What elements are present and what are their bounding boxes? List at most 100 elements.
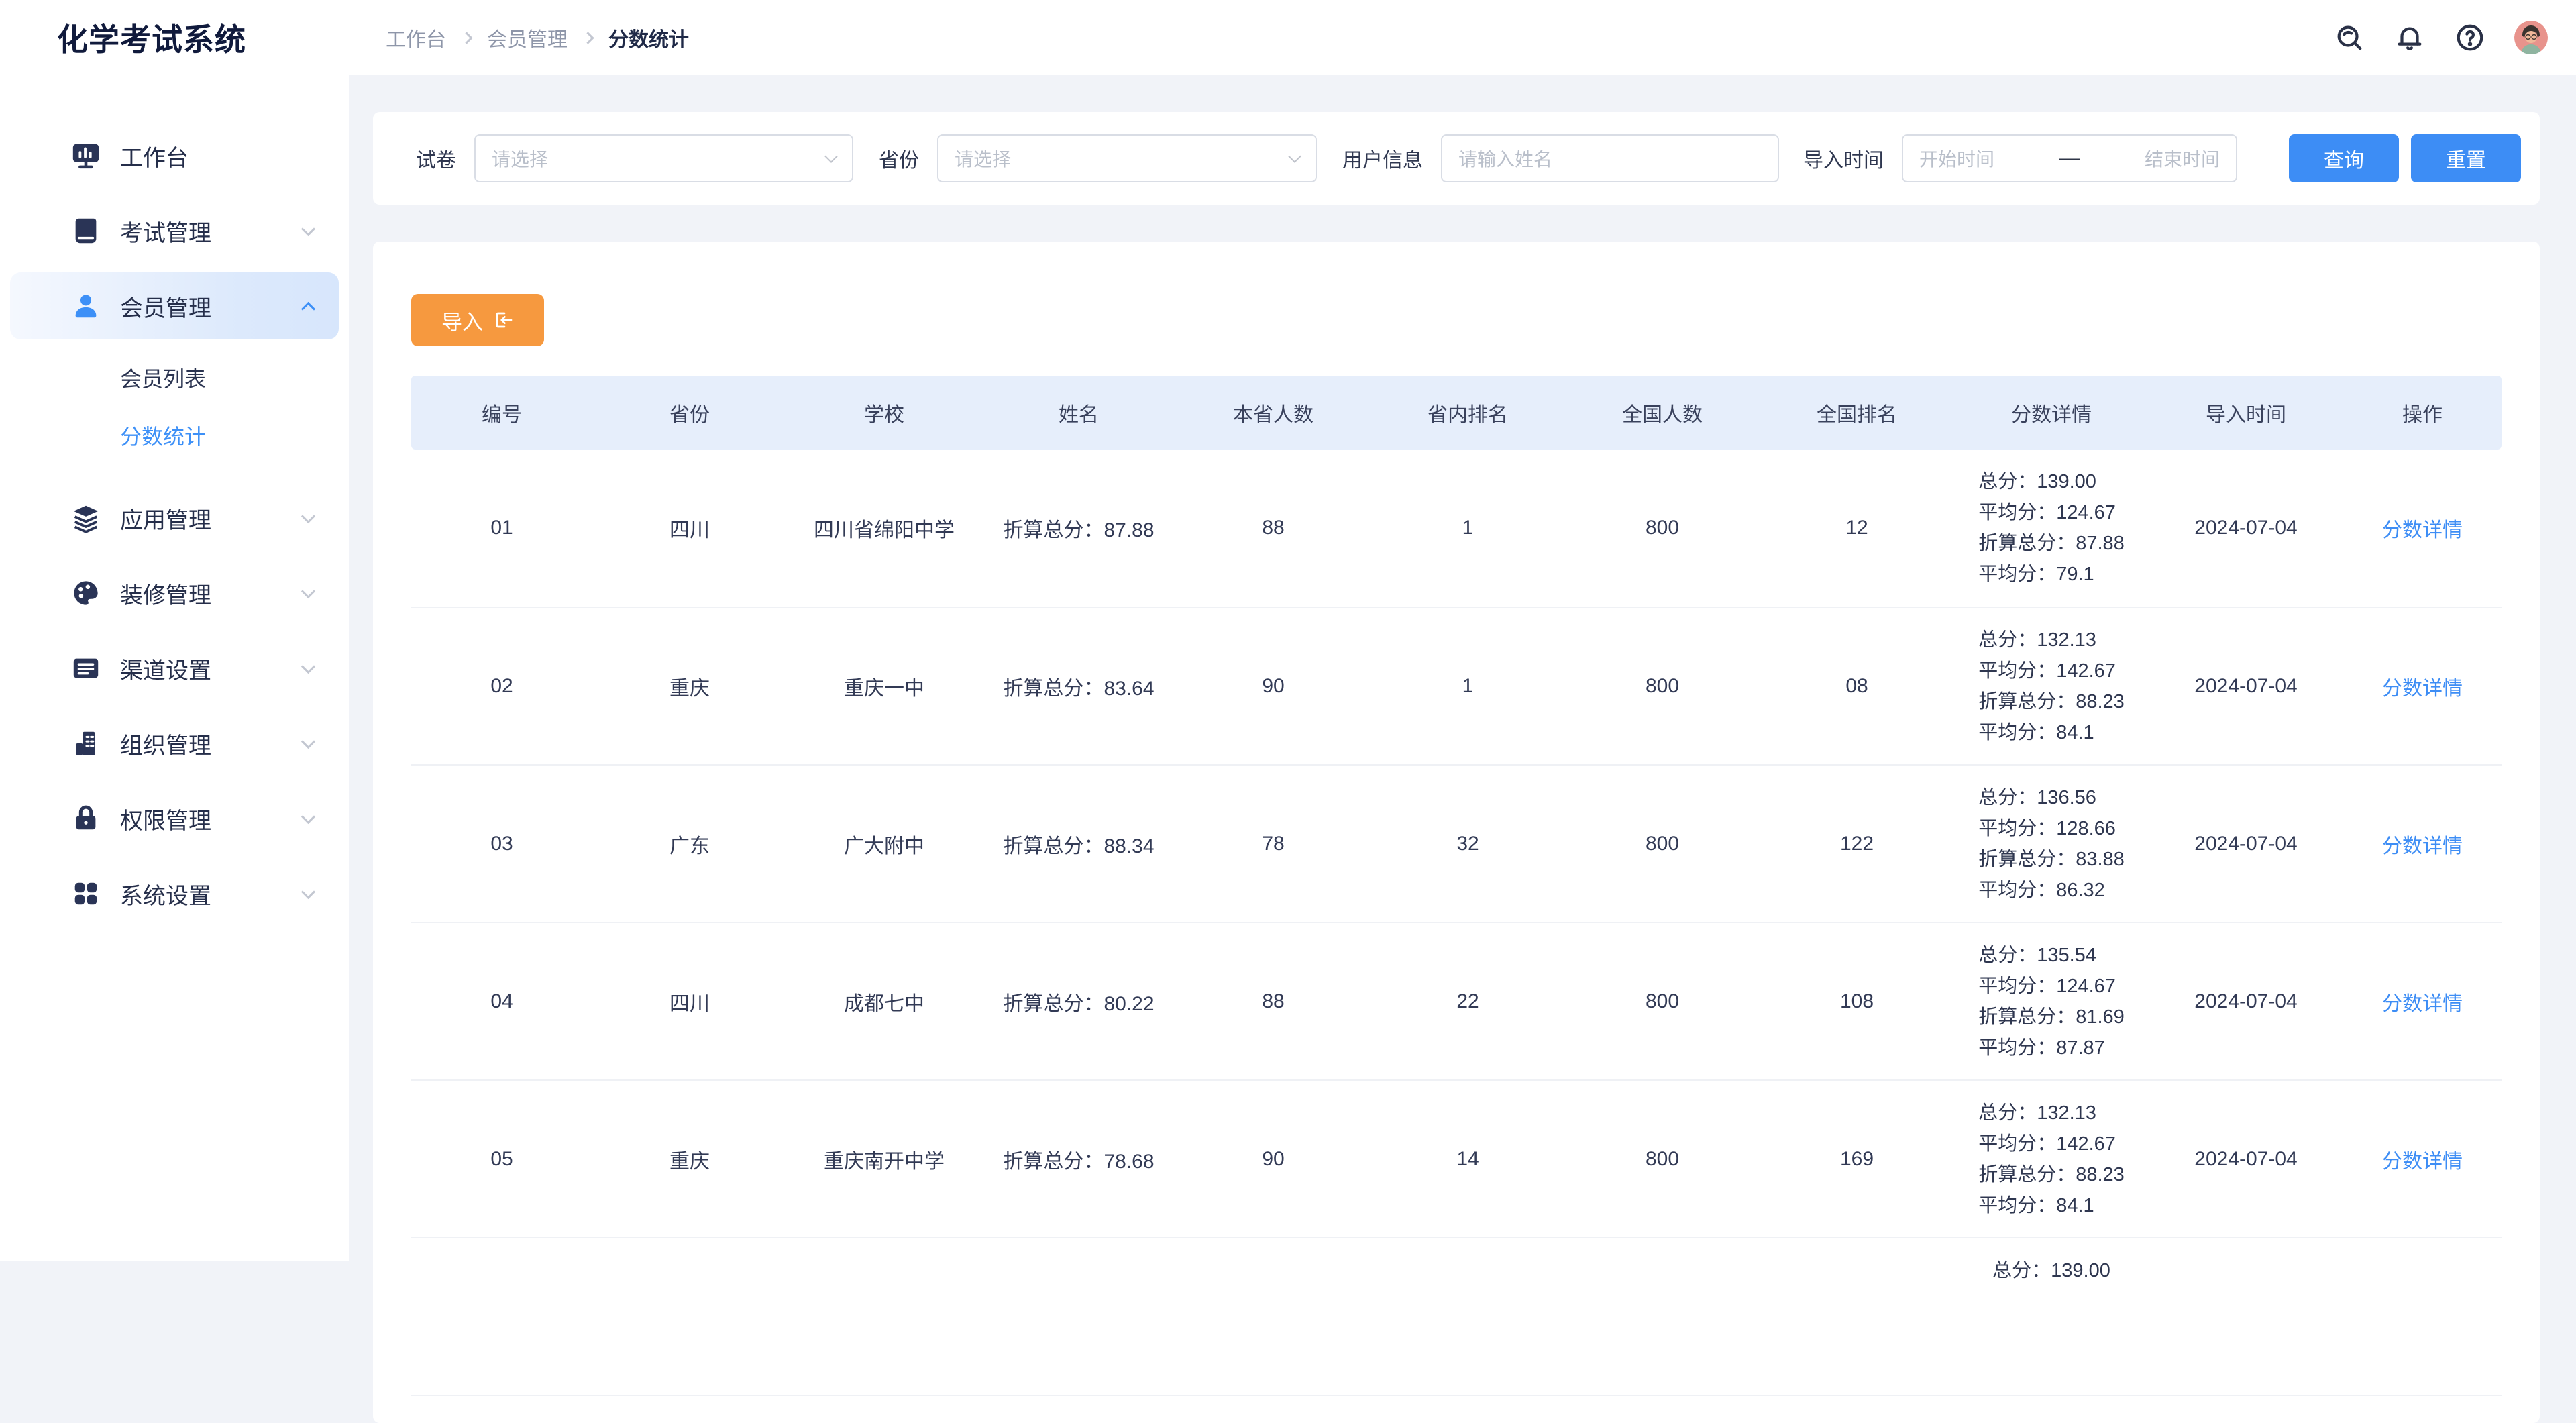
- cell-national-count: 800: [1565, 923, 1760, 1080]
- sidebar-item-exam-management[interactable]: 考试管理: [10, 197, 339, 264]
- col-national-rank: 全国排名: [1760, 376, 1954, 450]
- col-province: 省份: [592, 376, 787, 450]
- date-range-input[interactable]: 开始时间 — 结束时间: [1902, 134, 2237, 182]
- search-icon[interactable]: [2333, 21, 2365, 54]
- cell-province-rank: 1: [1371, 450, 1565, 607]
- sidebar-item-member-list[interactable]: 会员列表: [10, 349, 339, 407]
- cell-id: 05: [411, 1080, 592, 1238]
- score-detail-link[interactable]: 分数详情: [2382, 1151, 2463, 1173]
- help-icon[interactable]: [2454, 21, 2486, 54]
- cell-score-detail: 总分：139.00: [1954, 1238, 2149, 1395]
- cell-name: [981, 1238, 1176, 1395]
- col-id: 编号: [411, 376, 592, 450]
- breadcrumb-item-members[interactable]: 会员管理: [487, 23, 568, 52]
- sidebar-item-permission-management[interactable]: 权限管理: [10, 785, 339, 852]
- table-header: 编号 省份 学校 姓名 本省人数 省内排名 全国人数 全国排名 分数详情 导入时…: [411, 376, 2502, 450]
- score-detail-lines: 总分：139.00平均分：124.67折算总分：87.88平均分：79.1: [1978, 466, 2125, 590]
- bell-icon[interactable]: [2394, 21, 2426, 54]
- col-school: 学校: [787, 376, 981, 450]
- score-table: 编号 省份 学校 姓名 本省人数 省内排名 全国人数 全国排名 分数详情 导入时…: [411, 376, 2502, 1396]
- province-select[interactable]: 请选择: [937, 134, 1317, 182]
- col-actions: 操作: [2343, 376, 2502, 450]
- cell-import-time: 2024-07-04: [2149, 923, 2343, 1080]
- building-icon: [70, 728, 101, 759]
- import-button-label: 导入: [441, 305, 483, 335]
- score-detail-link[interactable]: 分数详情: [2382, 678, 2463, 700]
- import-time-filter-label: 导入时间: [1803, 144, 1884, 173]
- query-button[interactable]: 查询: [2289, 134, 2399, 182]
- cell-national-rank: 108: [1760, 923, 1954, 1080]
- dashboard-icon: [70, 140, 101, 171]
- app-title: 化学考试系统: [57, 0, 246, 75]
- sidebar-item-organization-management[interactable]: 组织管理: [10, 710, 339, 777]
- start-time-placeholder: 开始时间: [1919, 145, 1994, 172]
- sidebar-item-score-statistics[interactable]: 分数统计: [10, 407, 339, 464]
- chevron-right-icon: [460, 32, 472, 44]
- score-detail-link[interactable]: 分数详情: [2382, 835, 2463, 857]
- sidebar-subitem-label: 会员列表: [120, 362, 206, 393]
- breadcrumb: 工作台 会员管理 分数统计: [386, 0, 689, 75]
- cell-national-rank: [1760, 1238, 1954, 1395]
- cell-import-time: 2024-07-04: [2149, 1080, 2343, 1238]
- chevron-down-icon: [301, 221, 315, 235]
- avatar[interactable]: [2514, 21, 2548, 54]
- date-range-separator: —: [2059, 147, 2080, 170]
- sidebar-item-label: 系统设置: [120, 878, 211, 910]
- score-detail-lines: 总分：132.13平均分：142.67折算总分：88.23平均分：84.1: [1978, 625, 2125, 748]
- sidebar-item-workbench[interactable]: 工作台: [10, 122, 339, 189]
- chevron-down-icon: [301, 584, 315, 598]
- table-row: 总分：139.00: [411, 1238, 2502, 1395]
- cell-school: [787, 1238, 981, 1395]
- sidebar-item-label: 装修管理: [120, 577, 211, 610]
- score-detail-link[interactable]: 分数详情: [2382, 519, 2463, 541]
- import-icon: [492, 309, 514, 331]
- score-detail-link[interactable]: 分数详情: [2382, 993, 2463, 1015]
- grid-icon: [70, 878, 101, 909]
- sidebar-item-label: 渠道设置: [120, 652, 211, 685]
- cell-province: 重庆: [592, 607, 787, 765]
- cell-province-rank: 22: [1371, 923, 1565, 1080]
- sidebar-item-decoration-management[interactable]: 装修管理: [10, 560, 339, 627]
- col-score-detail: 分数详情: [1954, 376, 2149, 450]
- user-name-input[interactable]: 请输入姓名: [1441, 134, 1779, 182]
- cell-import-time: 2024-07-04: [2149, 765, 2343, 923]
- cell-score-detail: 总分：136.56平均分：128.66折算总分：83.88平均分：86.32: [1954, 765, 2149, 923]
- import-button[interactable]: 导入: [411, 294, 544, 346]
- sidebar-item-system-settings[interactable]: 系统设置: [10, 860, 339, 927]
- cell-province-count: 78: [1176, 765, 1371, 923]
- cell-id: [411, 1238, 592, 1395]
- score-detail-lines: 总分：136.56平均分：128.66折算总分：83.88平均分：86.32: [1978, 782, 2125, 906]
- sidebar: 工作台 考试管理 会员管理 会员列表 分数统计: [0, 75, 349, 1261]
- cell-province-count: 88: [1176, 923, 1371, 1080]
- cell-province: 重庆: [592, 1080, 787, 1238]
- cell-action: [2343, 1238, 2502, 1395]
- sidebar-item-label: 考试管理: [120, 215, 211, 248]
- paper-filter-label: 试卷: [416, 144, 456, 173]
- cell-school: 广大附中: [787, 765, 981, 923]
- channel-icon: [70, 653, 101, 684]
- cell-action: 分数详情: [2343, 1080, 2502, 1238]
- lock-icon: [70, 803, 101, 834]
- sidebar-item-channel-settings[interactable]: 渠道设置: [10, 635, 339, 702]
- cell-province-rank: 1: [1371, 607, 1565, 765]
- sidebar-item-member-management[interactable]: 会员管理: [10, 272, 339, 339]
- cell-id: 03: [411, 765, 592, 923]
- chevron-down-icon: [301, 509, 315, 523]
- cell-school: 重庆一中: [787, 607, 981, 765]
- book-icon: [70, 215, 101, 246]
- cell-national-count: [1565, 1238, 1760, 1395]
- cell-id: 01: [411, 450, 592, 607]
- sidebar-item-label: 权限管理: [120, 802, 211, 835]
- table-card: 导入 编号 省份 学校 姓名 本省人数: [373, 242, 2540, 1423]
- main-content: 试卷 请选择 省份 请选择 用户信息 请输入姓名 导入时间 开始时间 — 结束时…: [349, 75, 2576, 1261]
- sidebar-item-app-management[interactable]: 应用管理: [10, 484, 339, 551]
- breadcrumb-item-workbench[interactable]: 工作台: [386, 23, 446, 52]
- cell-import-time: 2024-07-04: [2149, 607, 2343, 765]
- cell-school: 成都七中: [787, 923, 981, 1080]
- cell-name: 折算总分：87.88: [981, 450, 1176, 607]
- cell-school: 四川省绵阳中学: [787, 450, 981, 607]
- table-row: 01 四川 四川省绵阳中学 折算总分：87.88 88 1 800 12 总分：…: [411, 450, 2502, 607]
- reset-button[interactable]: 重置: [2411, 134, 2521, 182]
- user-input-placeholder: 请输入姓名: [1458, 145, 1552, 172]
- paper-select[interactable]: 请选择: [474, 134, 853, 182]
